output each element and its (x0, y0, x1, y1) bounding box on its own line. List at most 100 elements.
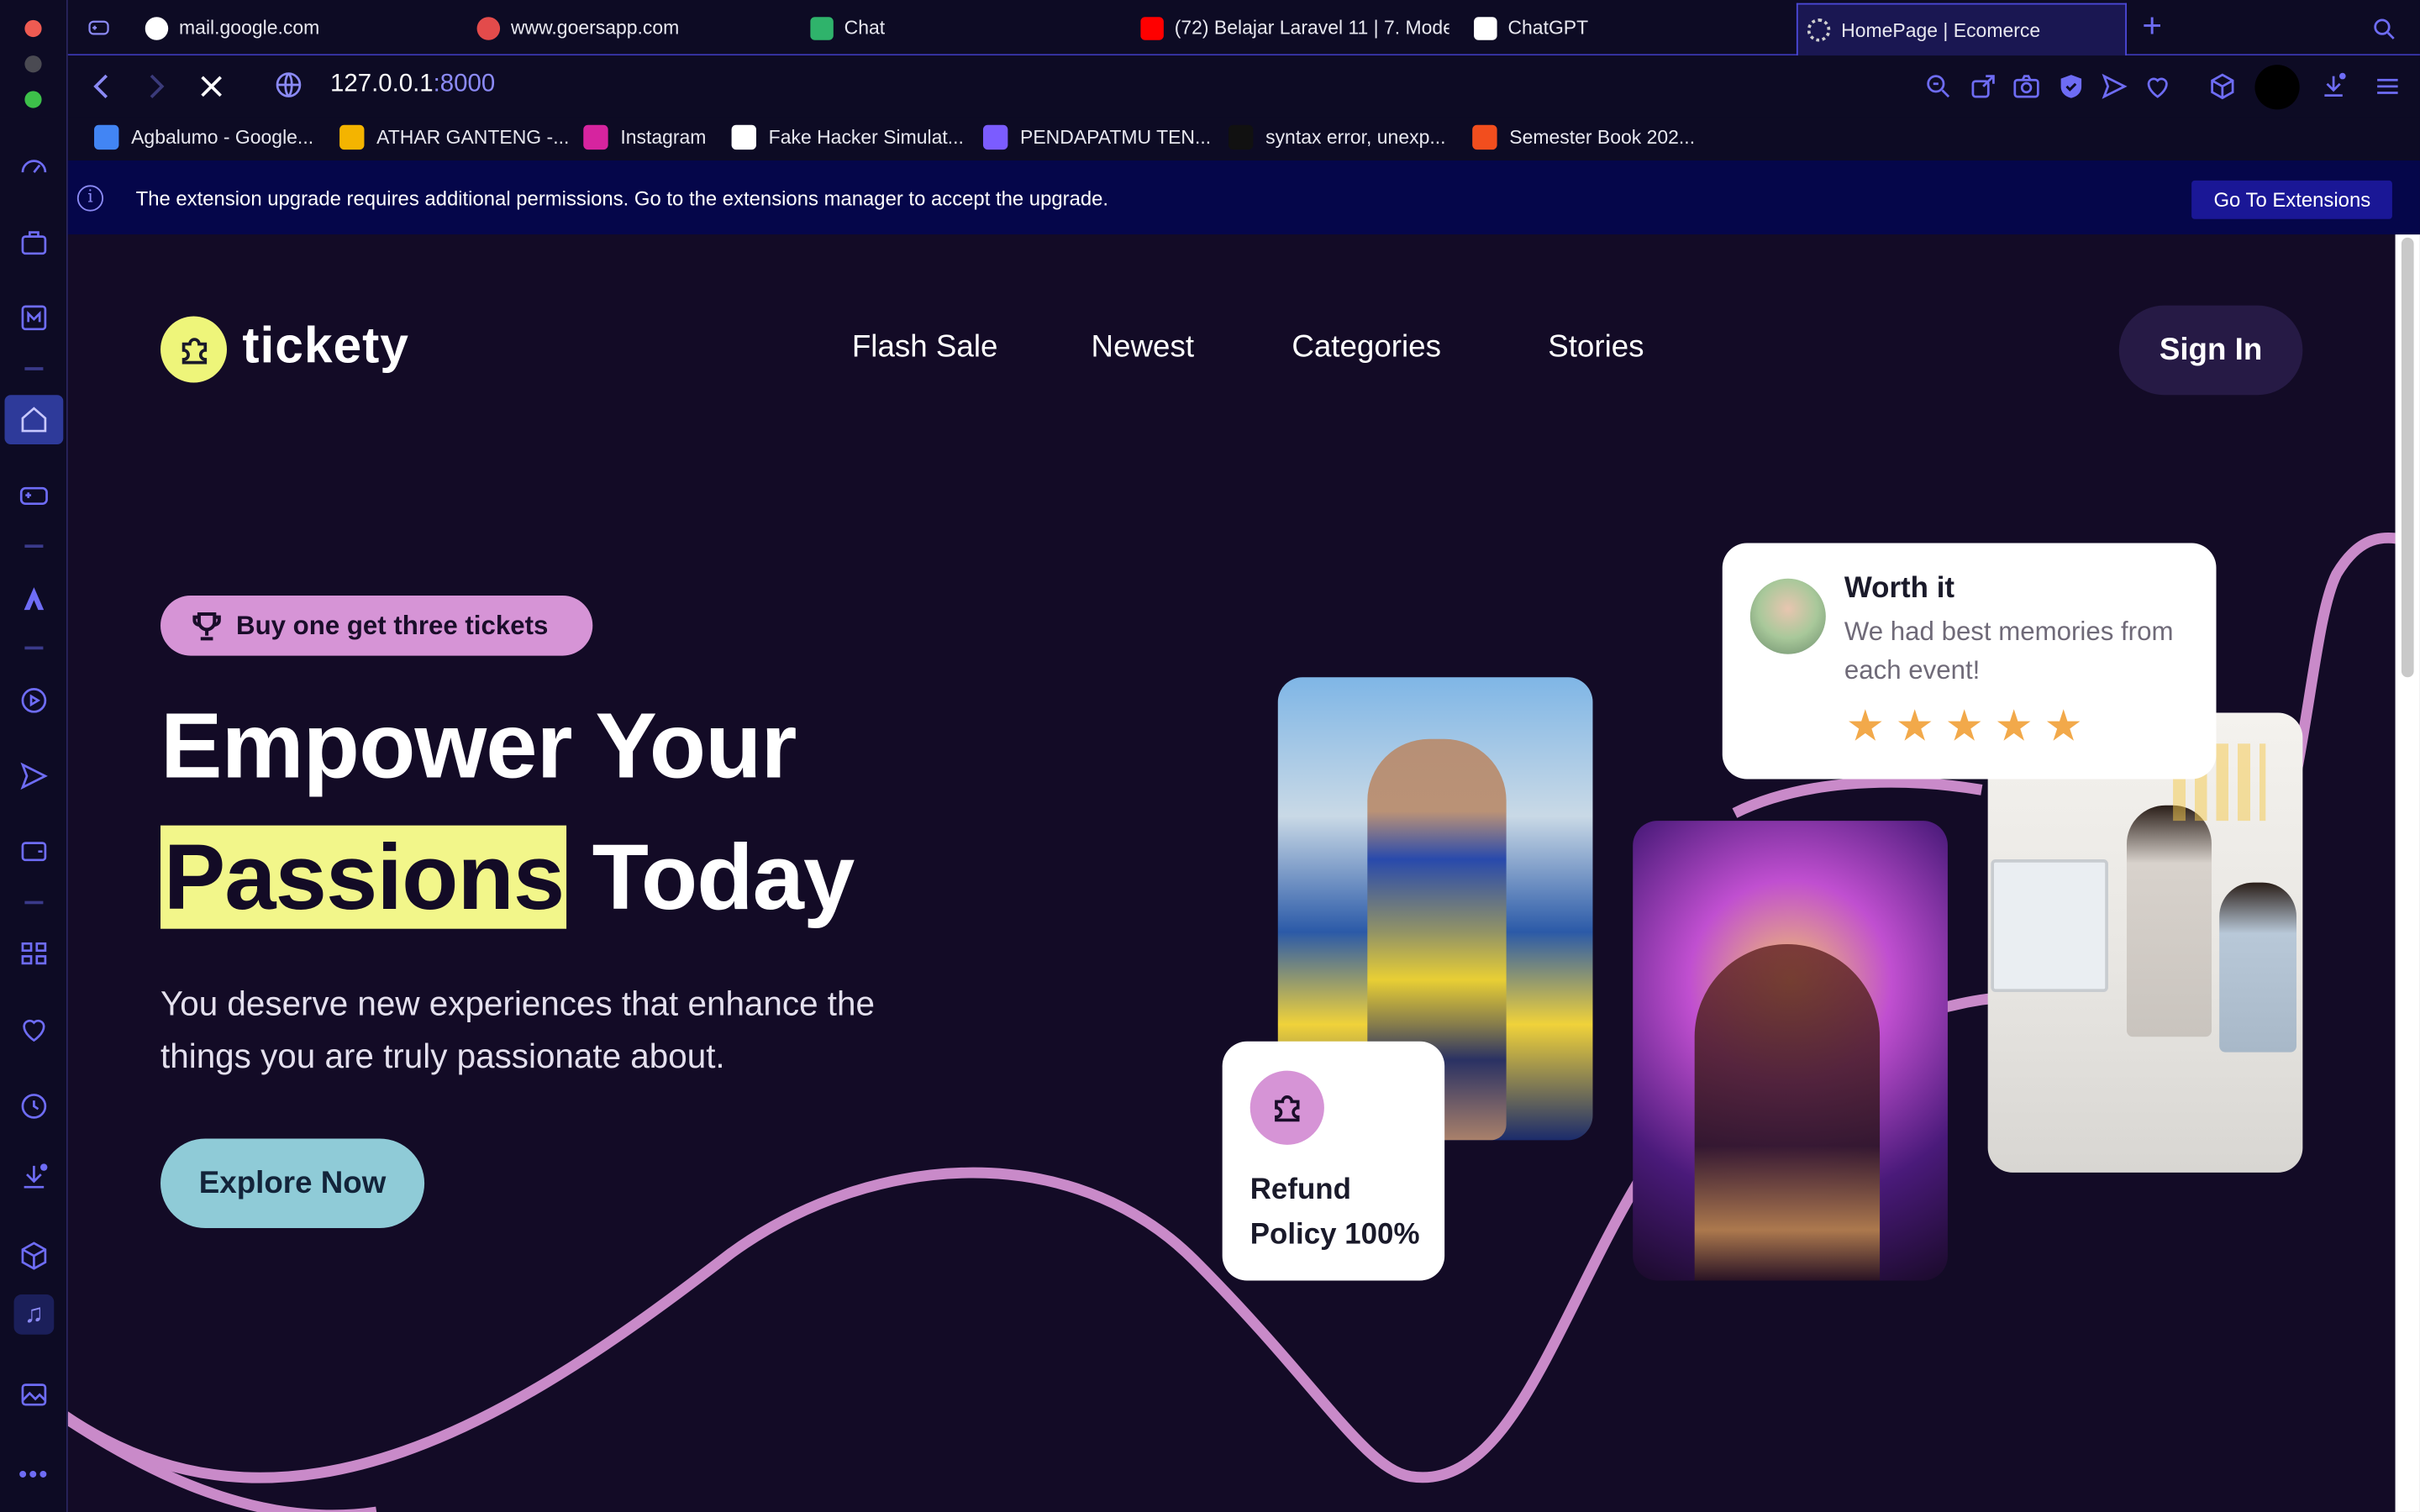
back-button[interactable] (83, 68, 120, 105)
hero-subtitle: You deserve new experiences that enhance… (160, 984, 875, 1076)
instagram-icon (583, 124, 608, 150)
bookmark-item[interactable]: Instagram (583, 124, 706, 150)
bookmark-label: ATHAR GANTENG -... (376, 126, 570, 149)
sidebar-divider (24, 544, 44, 549)
ai-assistant-icon[interactable] (17, 225, 50, 259)
home-icon[interactable] (17, 402, 50, 436)
address-bar: 127.0.0.1:8000 (67, 55, 2420, 118)
new-tab-button[interactable]: + (2142, 6, 2162, 46)
bookmark-label: Semester Book 202... (1509, 126, 1696, 149)
hacker-simulator-icon (731, 124, 756, 150)
extension-m-icon[interactable] (17, 301, 50, 334)
extension-info-bar: i The extension upgrade requires additio… (67, 160, 2420, 235)
bookmark-item[interactable]: Semester Book 202... (1472, 124, 1696, 150)
trophy-icon (192, 612, 221, 640)
bookmark-item[interactable]: Fake Hacker Simulat... (731, 124, 964, 150)
bookmark-item[interactable]: syntax error, unexp... (1228, 124, 1446, 150)
ticket-icon (1249, 1070, 1324, 1145)
goers-logo-icon (476, 16, 501, 39)
minimize-window-button[interactable] (24, 55, 42, 73)
sidebar-divider (24, 646, 44, 650)
headline-line-1: Empower Your (160, 694, 797, 798)
url-port: :8000 (433, 71, 496, 97)
nav-categories[interactable]: Categories (1292, 330, 1441, 365)
figma-icon (1472, 124, 1497, 150)
tab-gmail[interactable]: mail.google.com (145, 0, 454, 55)
star-icon: ★ (2044, 701, 2083, 750)
tab-label: ChatGPT (1507, 17, 1589, 39)
tab-label: mail.google.com (179, 17, 320, 39)
image-gallery-icon[interactable] (17, 1378, 50, 1411)
infobar-message: The extension upgrade requires additiona… (135, 186, 1109, 210)
headline-rest: Today (592, 825, 855, 929)
logo-icon[interactable] (160, 316, 227, 383)
tab-chatgpt[interactable]: ChatGPT (1474, 0, 1782, 55)
go-to-extensions-button[interactable]: Go To Extensions (2191, 180, 2392, 219)
review-card: Worth it We had best memories from each … (1722, 543, 2217, 780)
zoom-search-icon[interactable] (1923, 71, 1954, 102)
apps-grid-icon[interactable] (17, 937, 50, 970)
bookmark-item[interactable]: PENDAPATMU TEN... (982, 124, 1211, 150)
stop-loading-button[interactable] (193, 68, 230, 105)
vpn-shield-icon[interactable] (2055, 71, 2086, 102)
headline-highlight: Passions (160, 825, 567, 929)
speed-dial-icon[interactable] (17, 150, 50, 183)
aria-icon[interactable] (17, 581, 50, 615)
guitarist-photo (1633, 821, 1948, 1281)
tab-goersapp[interactable]: www.goersapp.com (476, 0, 786, 55)
google-fonts-icon (94, 124, 119, 150)
stackoverflow-icon (1228, 124, 1254, 150)
site-info-globe-icon[interactable] (271, 68, 308, 105)
maximize-window-button[interactable] (24, 91, 42, 108)
snapshot-camera-icon[interactable] (2011, 71, 2042, 102)
nav-newest[interactable]: Newest (1092, 330, 1195, 365)
nav-stories[interactable]: Stories (1548, 330, 1644, 365)
downloads-icon[interactable] (17, 1160, 50, 1194)
nav-flash-sale[interactable]: Flash Sale (852, 330, 998, 365)
url-host: 127.0.0.1 (330, 71, 434, 97)
tab-youtube[interactable]: (72) Belajar Laravel 11 | 7. Mode (1140, 0, 1449, 55)
send-icon[interactable] (17, 759, 50, 793)
easy-setup-menu-icon[interactable] (2372, 71, 2403, 102)
cube-icon[interactable] (17, 1239, 50, 1273)
send-tab-icon[interactable] (2099, 71, 2130, 102)
wallet-icon[interactable] (17, 833, 50, 867)
globe-icon (145, 16, 169, 39)
refund-text: Refund Policy 100% (1250, 1168, 1420, 1257)
tab-label: (72) Belajar Laravel 11 | 7. Mode (1174, 17, 1449, 39)
close-window-button[interactable] (24, 19, 42, 38)
url-field[interactable]: 127.0.0.1:8000 (330, 71, 495, 98)
share-icon[interactable] (1968, 71, 1999, 102)
downloads-icon[interactable] (2318, 71, 2349, 102)
page-scrollbar[interactable] (2395, 234, 2420, 1512)
explore-now-button[interactable]: Explore Now (160, 1138, 425, 1229)
favorite-heart-icon[interactable] (2142, 71, 2173, 102)
tab-chat[interactable]: Chat (810, 0, 1118, 55)
promo-badge: Buy one get three tickets (160, 595, 593, 656)
workspaces-icon[interactable] (85, 15, 113, 39)
sign-in-button[interactable]: Sign In (2118, 305, 2303, 396)
extensions-cube-icon[interactable] (2207, 71, 2238, 102)
scrollbar-thumb[interactable] (2401, 237, 2414, 678)
more-options-icon[interactable]: ••• (18, 1462, 49, 1490)
profile-avatar[interactable] (2254, 65, 2300, 110)
history-clock-icon[interactable] (17, 1089, 50, 1123)
promo-text: Buy one get three tickets (236, 610, 549, 640)
bookmark-item[interactable]: Agbalumo - Google... (94, 124, 313, 150)
review-title: Worth it (1844, 572, 1955, 605)
forward-button[interactable] (137, 68, 174, 105)
tab-homepage-active[interactable]: HomePage | Ecomerce (1796, 3, 2127, 56)
google-chat-icon (810, 16, 834, 39)
chatgpt-icon (1474, 16, 1497, 39)
player-icon[interactable] (17, 684, 50, 717)
bookmark-item[interactable]: ATHAR GANTENG -... (339, 124, 570, 150)
youtube-icon (1140, 16, 1164, 39)
sidebar-divider (24, 900, 44, 905)
gamepad-icon[interactable] (17, 478, 50, 512)
rating-stars: ★ ★ ★ ★ ★ (1846, 701, 2083, 750)
site-logo-text[interactable]: tickety (242, 317, 408, 375)
music-player-icon[interactable]: ♫ (13, 1294, 55, 1335)
heart-icon[interactable] (17, 1012, 50, 1046)
reviewer-avatar (1749, 578, 1826, 654)
tab-search-icon[interactable] (2370, 15, 2398, 43)
